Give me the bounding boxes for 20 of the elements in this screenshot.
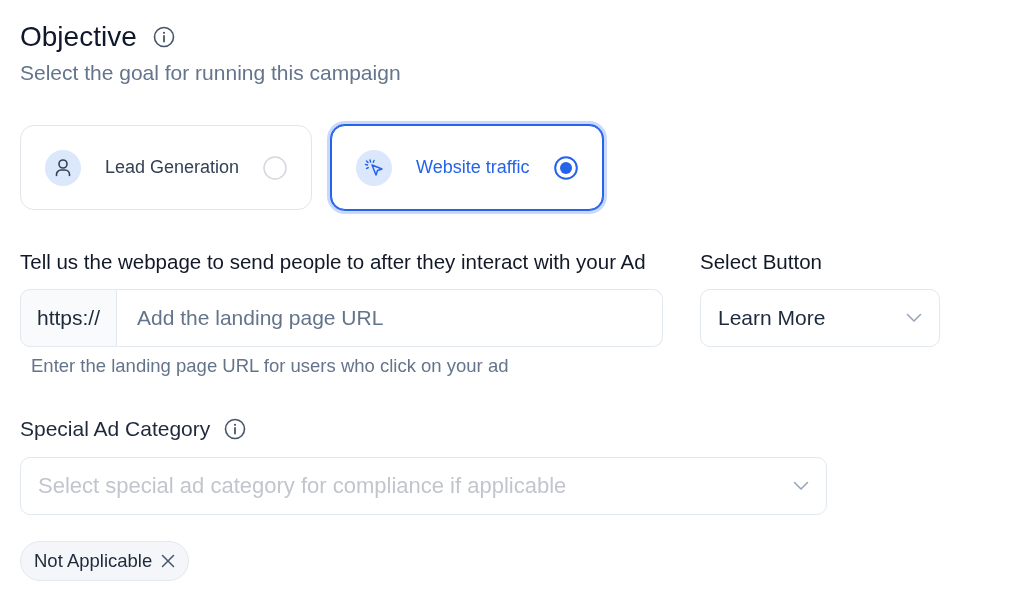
field-label: Special Ad Category (20, 416, 211, 442)
url-input-field[interactable]: Add the landing page URL (117, 289, 663, 347)
cursor-icon (356, 149, 393, 186)
category-select-field[interactable]: Select special ad category for compliance if applicable (20, 457, 827, 515)
chevron-down-icon (793, 481, 809, 491)
chevron-down-icon (906, 313, 922, 323)
select-dropdown[interactable]: Learn More (700, 289, 940, 347)
person-icon (45, 149, 81, 186)
section-subtitle: Select the goal for running this campaign (20, 61, 401, 85)
radio-button[interactable] (553, 155, 578, 180)
info-icon[interactable] (224, 418, 247, 440)
tag-label: Not Applicable (34, 549, 153, 574)
section-title: Objective (20, 21, 137, 53)
url-prefix: https:// (20, 289, 118, 347)
objective-option[interactable]: Lead Generation (20, 125, 313, 210)
close-icon[interactable] (160, 553, 177, 569)
field-label: Select Button (700, 250, 822, 274)
info-icon[interactable] (152, 26, 175, 48)
field-label: Tell us the webpage to send people to after they interact with your Ad (20, 250, 646, 274)
helper-text: Enter the landing page URL for users who click on your ad (31, 355, 509, 377)
